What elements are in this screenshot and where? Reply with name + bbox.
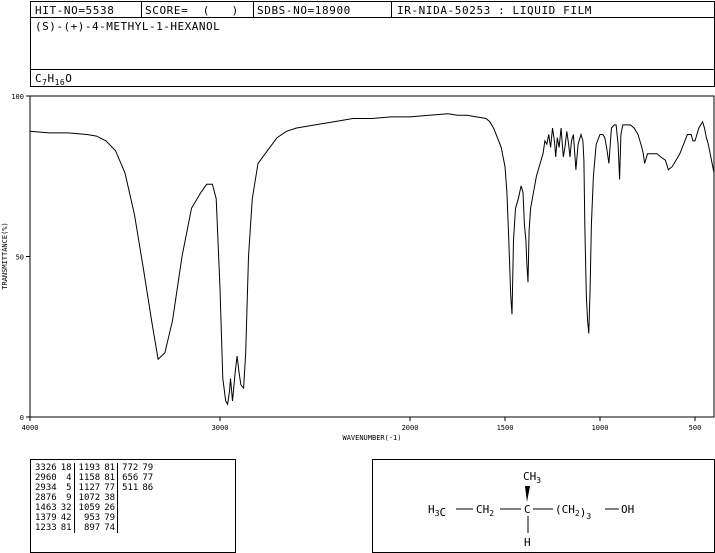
wedge-bond-up (525, 486, 530, 502)
peak-wavenumber: 2960 (35, 473, 57, 483)
peak-transmittance: 42 (58, 513, 75, 523)
peak-wavenumber: 1059 (78, 503, 101, 513)
ir-spectrum-chart: TRANSMITTANCE(%) WAVENUMBER(-1) 0 50 100 4… (1, 93, 715, 442)
peak-table-row: 1233 81 897 74 (35, 523, 155, 533)
peak-transmittance: 32 (58, 503, 75, 513)
peak-wavenumber: 656 (122, 473, 139, 483)
peak-transmittance: 74 (102, 523, 119, 533)
peak-transmittance: 5 (58, 483, 75, 493)
structure-box: CH3 H3C CH2 C (CH2)3 OH H (372, 459, 715, 553)
peak-transmittance: 77 (102, 483, 119, 493)
structural-formula: CH3 H3C CH2 C (CH2)3 OH H (428, 470, 634, 549)
peak-table-row: 3326 18 1193 81 772 79 (35, 463, 155, 473)
peak-table-row: 1463 32 1059 26 (35, 503, 155, 513)
peak-table-box: 3326 18 1193 81 772 79 2960 4 1158 81 656 77 2934 5 11… (30, 459, 236, 553)
peak-wavenumber: 3326 (35, 463, 57, 473)
x-tick-label: 4000 (22, 424, 39, 432)
y-tick-label: 50 (16, 254, 24, 262)
peak-transmittance: 18 (58, 463, 75, 473)
peak-table-row: 1379 42 953 79 (35, 513, 155, 523)
peak-transmittance: 86 (142, 483, 154, 493)
y-tick-label: 100 (11, 93, 24, 101)
peak-wavenumber: 511 (122, 483, 139, 493)
peak-transmittance: 26 (102, 503, 119, 513)
peak-wavenumber: 1463 (35, 503, 57, 513)
peak-wavenumber: 897 (83, 523, 101, 533)
y-axis-label: TRANSMITTANCE(%) (1, 222, 9, 289)
x-tick-label: 3000 (212, 424, 229, 432)
peak-transmittance: 79 (102, 513, 119, 523)
peak-wavenumber: 1158 (78, 473, 101, 483)
peak-wavenumber: 1233 (35, 523, 57, 533)
peak-table-row: 2934 5 1127 77 511 86 (35, 483, 155, 493)
x-axis-label: WAVENUMBER(-1) (342, 434, 401, 442)
terminal-methyl: H3C (428, 503, 446, 519)
peak-wavenumber: 2934 (35, 483, 57, 493)
plot-frame (29, 95, 715, 418)
peak-transmittance: 38 (102, 493, 119, 503)
peak-wavenumber: 772 (122, 463, 139, 473)
y-tick-label: 0 (20, 414, 24, 422)
chiral-carbon: C (524, 503, 531, 516)
peak-transmittance: 81 (102, 463, 119, 473)
peak-transmittance: 79 (142, 463, 154, 473)
spectrum-series-line (29, 113, 715, 406)
peak-wavenumber: 1193 (78, 463, 101, 473)
propylene-chain: (CH2)3 (555, 503, 591, 521)
peak-wavenumber: 1072 (78, 493, 101, 503)
peak-wavenumber: 2876 (35, 493, 57, 503)
peak-transmittance: 81 (58, 523, 75, 533)
methylene-group: CH2 (476, 503, 494, 518)
peak-transmittance: 77 (142, 473, 154, 483)
peak-wavenumber: 953 (83, 513, 101, 523)
peak-wavenumber: 1379 (35, 513, 57, 523)
peak-table-row: 2876 9 1072 38 (35, 493, 155, 503)
peak-table-row: 2960 4 1158 81 656 77 (35, 473, 155, 483)
methyl-group-top: CH3 (523, 470, 541, 485)
peak-wavenumber: 1127 (78, 483, 101, 493)
hydroxyl-group: OH (621, 503, 634, 516)
x-tick-label: 500 (689, 424, 702, 432)
x-tick-label: 1000 (592, 424, 609, 432)
peak-table: 3326 18 1193 81 772 79 2960 4 1158 81 656 77 2934 5 11… (35, 463, 155, 533)
peak-transmittance: 4 (58, 473, 75, 483)
x-tick-label: 2000 (402, 424, 419, 432)
x-tick-label: 1500 (497, 424, 514, 432)
peak-transmittance: 81 (102, 473, 119, 483)
hydrogen-bottom: H (524, 536, 531, 549)
peak-transmittance: 9 (58, 493, 75, 503)
